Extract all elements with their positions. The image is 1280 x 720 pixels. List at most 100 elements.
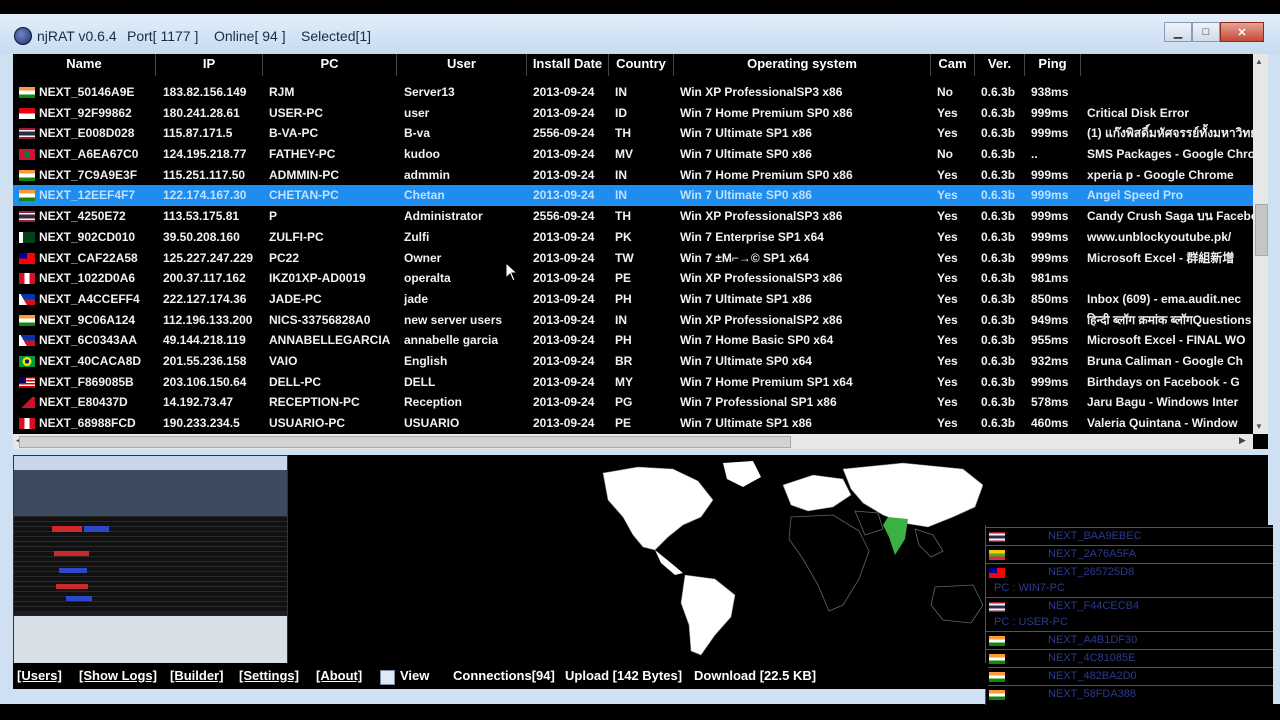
thumbnail-red-cell [56,584,88,589]
remote-desktop-thumbnail[interactable] [13,455,288,667]
scroll-down-icon[interactable]: ▼ [1255,422,1263,431]
table-row[interactable]: NEXT_4250E72 113.53.175.81 P Administrator 2… [13,206,1253,227]
cell-name: NEXT_A4CCEFF4 [39,291,140,306]
mouse-cursor-icon [505,262,519,282]
cell-name: NEXT_50146A9E [39,85,135,99]
cell-install-date: 2013-09-24 [533,229,595,244]
thumbnail-toolbar [14,456,287,470]
close-button[interactable]: ✕ [1220,22,1264,42]
table-row[interactable]: NEXT_92F99862 180.241.28.61 USER-PC user 201… [13,103,1253,124]
table-row[interactable]: NEXT_A4CCEFF4 222.127.174.36 JADE-PC jade 20… [13,289,1253,310]
table-row[interactable]: NEXT_F869085B 203.106.150.64 DELL-PC DELL 20… [13,372,1253,393]
column-header-install-date[interactable]: Install Date [527,54,609,76]
minimize-button[interactable]: ▁ [1164,22,1192,42]
cell-cam: Yes [937,416,958,430]
connections-count: Connections[94] [453,668,555,683]
table-row[interactable]: NEXT_E008D028 115.87.171.5 B-VA-PC B-va 2556… [13,123,1253,144]
column-header-window[interactable] [1081,54,1253,76]
cell-ip: 14.192.73.47 [163,395,234,410]
about-link[interactable]: [About] [316,668,362,683]
close-icon: ✕ [1237,26,1247,39]
horizontal-scrollbar[interactable]: ◀ ▶ [13,434,1253,449]
cell-install-date: 2013-09-24 [533,147,595,162]
view-checkbox[interactable] [380,670,395,685]
scroll-right-icon[interactable]: ▶ [1239,435,1246,446]
cell-os: Win XP ProfessionalSP2 x86 [680,312,843,327]
table-row[interactable]: NEXT_CAF22A58 125.227.247.229 PC22 Owner 201… [13,248,1253,269]
notification-item[interactable]: NEXT_F44CECB4 [986,599,1273,615]
cell-os: Win XP ProfessionalSP3 x86 [680,85,843,99]
cell-window-title: Birthdays on Facebook - G [1087,374,1240,389]
notification-item[interactable]: NEXT_A4B1DF30 [986,633,1273,649]
table-row[interactable]: NEXT_40CACA8D 201.55.236.158 VAIO English 20… [13,351,1253,372]
cell-ver: 0.6.3b [981,229,1016,244]
cell-cam: Yes [937,291,958,306]
settings-link[interactable]: [Settings] [239,668,299,683]
table-row[interactable]: NEXT_68988FCD 190.233.234.5 USUARIO-PC USUA… [13,413,1253,434]
app-icon [14,27,32,45]
notification-item[interactable]: NEXT_2A76A5FA [986,547,1273,563]
cell-name: NEXT_E008D028 [39,126,135,141]
notification-item[interactable]: NEXT_482BA2D0 [986,669,1273,685]
flag-icon [19,252,35,264]
column-header-user[interactable]: User [397,54,527,76]
cell-cam: No [937,85,953,99]
thumbnail-ribbon [14,470,287,516]
builder-link[interactable]: [Builder] [170,668,223,683]
flag-icon [989,636,1005,646]
cell-name: NEXT_F869085B [39,374,134,389]
cell-pc: P [269,209,278,224]
scroll-up-icon[interactable]: ▲ [1255,57,1263,66]
table-row[interactable]: NEXT_7C9A9E3F 115.251.117.50 ADMMIN-PC admm… [13,165,1253,186]
users-link[interactable]: [Users] [17,668,62,683]
column-header-pc[interactable]: PC [263,54,397,76]
column-header-ping[interactable]: Ping [1025,54,1081,76]
thumbnail-blue-cell [59,568,87,573]
flag-icon [989,568,1005,578]
cell-ip: 49.144.218.119 [163,333,246,348]
table-row[interactable]: NEXT_1022D0A6 200.37.117.162 IKZ01XP-AD001… [13,268,1253,289]
column-header-ver[interactable]: Ver. [975,54,1025,76]
column-header-country[interactable]: Country [609,54,674,76]
cell-ver: 0.6.3b [981,126,1016,141]
cell-install-date: 2013-09-24 [533,395,595,410]
notification-client-name: NEXT_265725D8 [1048,566,1135,578]
cell-ping: 578ms [1031,395,1069,410]
notification-item[interactable]: NEXT_265725D8 [986,565,1273,581]
table-row[interactable]: NEXT_6C0343AA 49.144.218.119 ANNABELLEGARC… [13,330,1253,351]
table-row[interactable]: NEXT_50146A9E 183.82.156.149 RJM Server13 20… [13,82,1253,103]
cell-cam: No [937,147,953,162]
show-logs-link[interactable]: [Show Logs] [79,668,157,683]
cell-user: jade [404,291,429,306]
cell-ver: 0.6.3b [981,353,1016,368]
horizontal-scroll-thumb[interactable] [19,436,791,448]
table-row[interactable]: NEXT_A6EA67C0 124.195.218.77 FATHEY-PC kudo… [13,144,1253,165]
cell-ip: 122.174.167.30 [163,188,247,203]
table-row[interactable]: NEXT_E80437D 14.192.73.47 RECEPTION-PC Rece… [13,392,1253,413]
column-header-cam[interactable]: Cam [931,54,975,76]
column-header-name[interactable]: Name [13,54,156,76]
cell-os: Win 7 Ultimate SP1 x86 [680,291,812,306]
cell-cam: Yes [937,188,958,203]
cell-install-date: 2556-09-24 [533,209,595,224]
flag-icon [19,149,35,161]
cell-ping: .. [1031,147,1038,162]
table-row[interactable]: NEXT_9C06A124 112.196.133.200 NICS-3375682… [13,310,1253,331]
vertical-scroll-thumb[interactable] [1255,204,1268,256]
clients-list[interactable]: Name IP PC User Install Date Country Ope… [13,54,1268,449]
cell-user: new server users [404,312,503,327]
table-row[interactable]: NEXT_902CD010 39.50.208.160 ZULFI-PC Zulfi 2… [13,227,1253,248]
cell-window-title: Bruna Caliman - Google Ch [1087,353,1244,368]
notification-item[interactable]: NEXT_58FDA388 [986,687,1273,703]
notification-panel: NEXT_BAA9EBEC NEXT_2A76A5FA NEXT_265725D8 P… [985,525,1273,705]
column-header-os[interactable]: Operating system [674,54,931,76]
cell-user: DELL [404,374,436,389]
notification-item[interactable]: NEXT_4C81085E [986,651,1273,667]
table-row-selected[interactable]: NEXT_12EEF4F7 122.174.167.30 CHETAN-PC Chet… [13,185,1253,207]
vertical-scrollbar[interactable]: ▲ ▼ [1253,54,1268,434]
notification-item[interactable]: NEXT_BAA9EBEC [986,529,1273,545]
column-header-ip[interactable]: IP [156,54,263,76]
cell-ip: 203.106.150.64 [163,374,247,389]
cell-name: NEXT_12EEF4F7 [39,188,136,203]
maximize-button[interactable]: □ [1192,22,1220,42]
